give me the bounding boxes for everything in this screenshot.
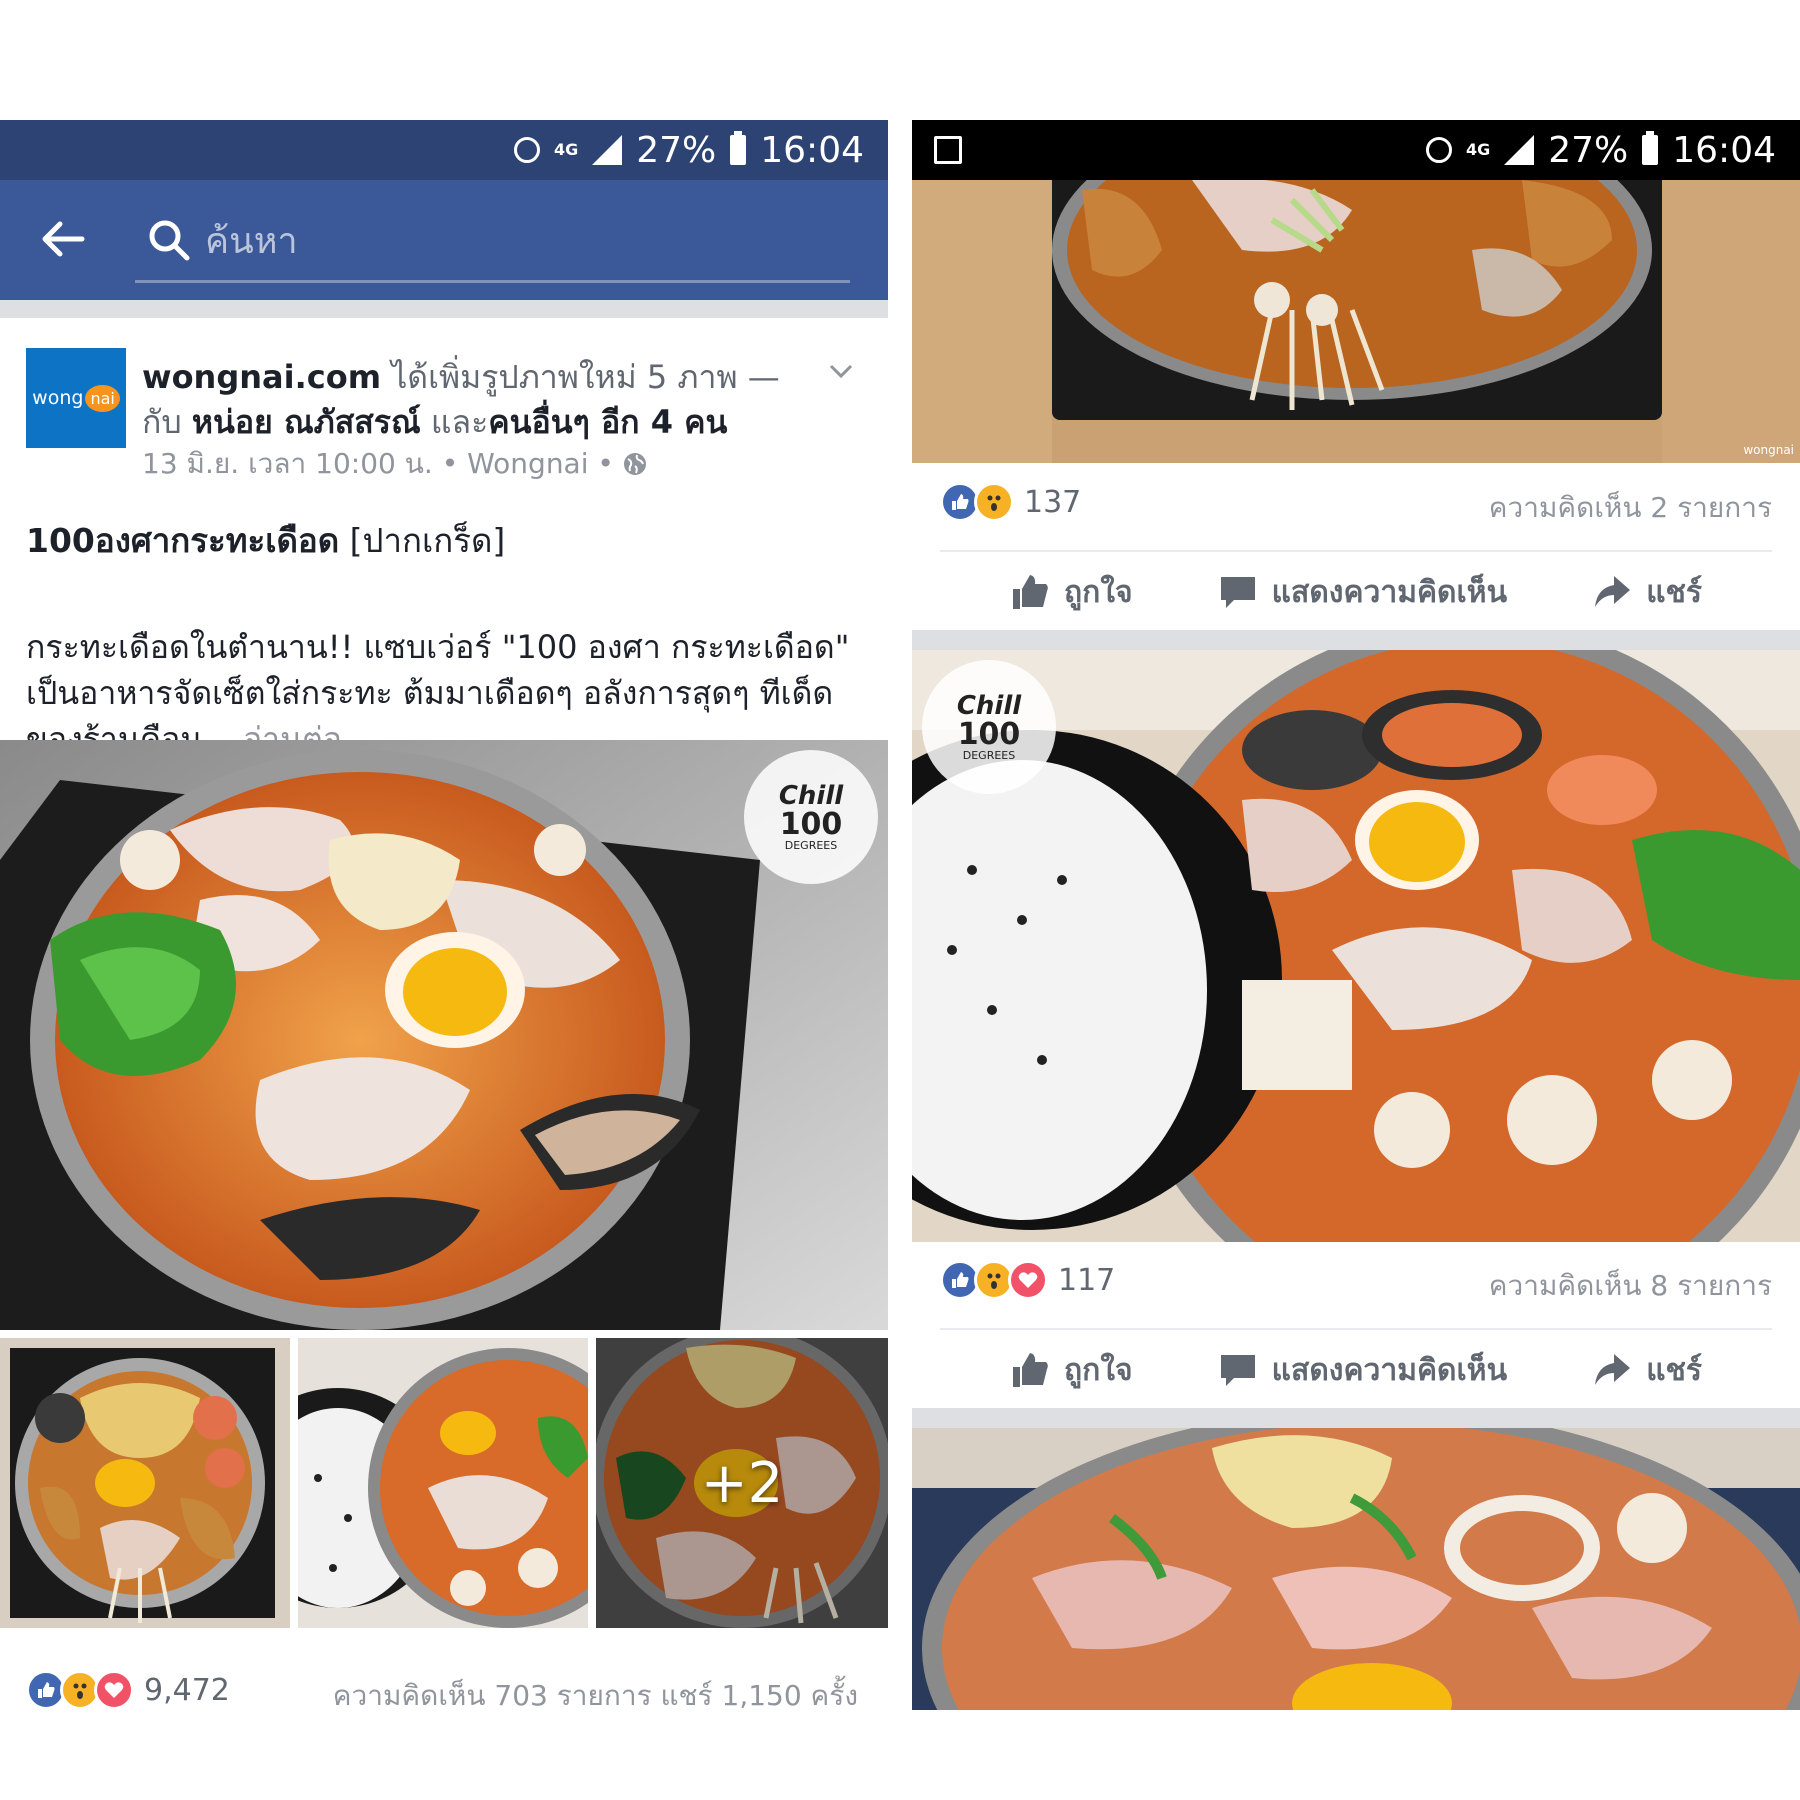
- battery-percent: 27%: [636, 129, 717, 171]
- share-label: แชร์: [1646, 1352, 1702, 1388]
- page-name-link[interactable]: wongnai.com: [142, 358, 381, 396]
- signal-icon: [592, 135, 623, 165]
- comment-button[interactable]: แสดงความคิดเห็น: [1218, 569, 1507, 616]
- share-arrow-icon: [1595, 1354, 1631, 1385]
- like-label: ถูกใจ: [1064, 574, 1133, 610]
- search-bar[interactable]: [135, 200, 850, 283]
- chillout-watermark: Chill 100 DEGREES: [744, 750, 878, 884]
- alarm-icon: [513, 137, 540, 163]
- like-label: ถูกใจ: [1064, 1352, 1133, 1388]
- watermark-number: 100: [957, 717, 1021, 752]
- watermark-caption: DEGREES: [962, 749, 1016, 762]
- globe-icon: [623, 453, 646, 475]
- image-notification-icon: [934, 136, 962, 164]
- food-photo-2[interactable]: Chill 100 DEGREES: [912, 650, 1800, 1242]
- comment-icon: [1220, 577, 1255, 608]
- and-text: และ: [430, 403, 489, 441]
- comment-button[interactable]: แสดงความคิดเห็น: [1218, 1347, 1507, 1394]
- reaction-count: 9,472: [144, 1672, 230, 1708]
- food-photo-1[interactable]: wongnai: [912, 180, 1800, 463]
- comment-count-1[interactable]: ความคิดเห็น 2 รายการ: [1489, 486, 1772, 530]
- alarm-icon: [1425, 137, 1452, 163]
- post-action-text: ได้เพิ่มรูปภาพใหม่ 5 ภาพ —: [391, 358, 780, 396]
- feed-divider: [912, 630, 1800, 650]
- with-prefix: กับ: [142, 403, 182, 441]
- love-reaction-icon: [1008, 1260, 1048, 1300]
- post-byline: wongnai.com ได้เพิ่มรูปภาพใหม่ 5 ภาพ —: [142, 352, 780, 403]
- search-icon: [149, 220, 190, 261]
- right-screenshot: 4G 27% 16:04 wongnai 137 ความคิดเห็น 2 ร…: [912, 120, 1800, 1710]
- clock: 16:04: [760, 129, 864, 171]
- chevron-down-icon[interactable]: [828, 358, 854, 384]
- battery-icon: [730, 131, 747, 165]
- post-meta: 13 มิ.ย. เวลา 10:00 น. • Wongnai •: [142, 442, 647, 486]
- wongnai-avatar[interactable]: wong nai: [26, 348, 126, 448]
- reaction-count-2: 117: [1058, 1262, 1116, 1298]
- feed-divider: [912, 1408, 1800, 1428]
- thumbnail-photo-2[interactable]: [298, 1338, 588, 1628]
- comment-label: แสดงความคิดเห็น: [1271, 574, 1508, 610]
- like-button[interactable]: ถูกใจ: [1010, 1347, 1133, 1394]
- comment-count-2[interactable]: ความคิดเห็น 8 รายการ: [1489, 1264, 1772, 1308]
- love-reaction-icon: [94, 1670, 134, 1710]
- watermark-brand: Chill: [778, 781, 844, 811]
- more-photos-count: +2: [700, 1450, 784, 1516]
- facebook-top-bar: [0, 180, 888, 300]
- watermark-caption: DEGREES: [784, 839, 838, 852]
- network-indicator: 4G: [1465, 140, 1491, 159]
- thumbs-up-icon: [1013, 575, 1048, 609]
- main-food-photo[interactable]: Chill 100 DEGREES: [0, 740, 888, 1330]
- post-title: 100องศากระทะเดือด [ปากเกร็ด]: [26, 514, 505, 567]
- like-button[interactable]: ถูกใจ: [1010, 569, 1133, 616]
- share-label: แชร์: [1646, 574, 1702, 610]
- avatar-text: wong: [32, 387, 84, 409]
- post-tags: กับ หน่อย ณภัสสรณ์ และคนอื่นๆ อีก 4 คน: [142, 397, 727, 448]
- chillout-watermark: Chill 100 DEGREES: [922, 660, 1056, 794]
- post-date[interactable]: 13 มิ.ย. เวลา 10:00 น. • Wongnai •: [142, 447, 614, 480]
- comment-label: แสดงความคิดเห็น: [1271, 1352, 1508, 1388]
- battery-icon: [1642, 131, 1659, 165]
- reaction-summary[interactable]: 9,472: [26, 1670, 230, 1710]
- status-bar: 4G 27% 16:04: [0, 120, 888, 180]
- avatar-badge: nai: [85, 384, 120, 412]
- reaction-summary-2[interactable]: 117: [940, 1260, 1115, 1300]
- action-bar-1: ถูกใจ แสดงความคิดเห็น แชร์: [940, 550, 1772, 632]
- watermark-number: 100: [779, 807, 843, 842]
- left-screenshot: 4G 27% 16:04 wongnai wongnai.com ได้เพิ่…: [0, 120, 888, 1750]
- comments-shares-count[interactable]: ความคิดเห็น 703 รายการ แชร์ 1,150 ครั้ง: [333, 1674, 858, 1718]
- tagged-person-link[interactable]: หน่อย ณภัสสรณ์: [192, 403, 421, 441]
- battery-percent: 27%: [1548, 129, 1629, 171]
- wongnai-watermark: wongnai: [1743, 443, 1794, 457]
- action-bar-2: ถูกใจ แสดงความคิดเห็น แชร์: [940, 1328, 1772, 1410]
- share-button[interactable]: แชร์: [1592, 569, 1702, 616]
- watermark-brand: Chill: [956, 691, 1022, 721]
- food-photo-3[interactable]: [912, 1428, 1800, 1710]
- clock: 16:04: [1672, 129, 1776, 171]
- reaction-count-1: 137: [1024, 484, 1082, 520]
- others-link[interactable]: คนอื่นๆ อีก 4 คน: [488, 403, 727, 441]
- share-arrow-icon: [1595, 576, 1631, 607]
- back-arrow-icon[interactable]: [38, 214, 88, 264]
- post-body-text: กระทะเดือดในตำนาน!! แซบเว่อร์ "100 องศา …: [26, 628, 850, 758]
- thumbnail-photo-1[interactable]: [0, 1338, 290, 1628]
- wow-reaction-icon: [974, 482, 1014, 522]
- signal-icon: [1504, 135, 1535, 165]
- post-title-text: 100องศากระทะเดือด: [26, 521, 340, 560]
- search-input[interactable]: [203, 210, 827, 272]
- status-bar: 4G 27% 16:04: [912, 120, 1800, 180]
- comment-icon: [1220, 1355, 1255, 1386]
- thumbs-up-icon: [1013, 1353, 1048, 1387]
- reaction-summary-1[interactable]: 137: [940, 482, 1081, 522]
- share-button[interactable]: แชร์: [1592, 1347, 1702, 1394]
- thumbnail-photo-3[interactable]: +2: [596, 1338, 888, 1628]
- feed-divider: [0, 300, 888, 318]
- post-location: [ปากเกร็ด]: [349, 521, 506, 560]
- network-indicator: 4G: [553, 140, 579, 159]
